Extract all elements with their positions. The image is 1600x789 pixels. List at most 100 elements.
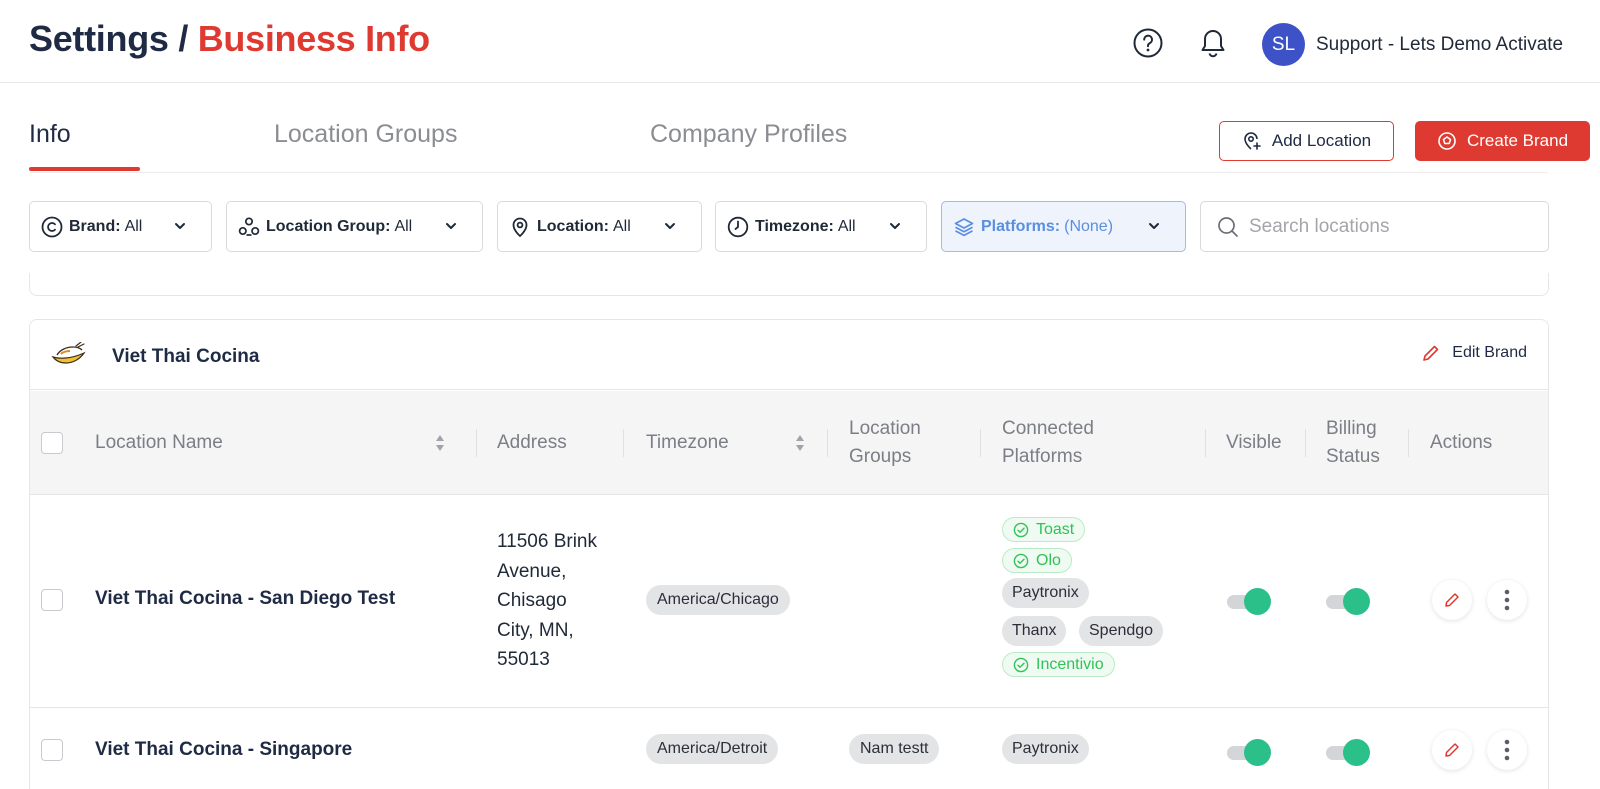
- col-location-groups: Location Groups: [849, 415, 921, 471]
- visible-toggle[interactable]: [1227, 588, 1271, 615]
- location-group-filter-value: All: [394, 217, 413, 235]
- tab-location-groups[interactable]: Location Groups: [274, 120, 457, 149]
- location-filter-value: All: [613, 217, 631, 235]
- location-address: 11506 Brink Avenue, Chisago City, MN, 55…: [497, 531, 597, 670]
- more-vertical-icon: [1504, 739, 1510, 761]
- clock-icon: [727, 216, 749, 237]
- edit-location-button[interactable]: [1432, 730, 1472, 770]
- layers-icon: [954, 217, 974, 236]
- add-location-button[interactable]: Add Location: [1219, 121, 1394, 161]
- platform-chip-connected: Incentivio: [1002, 652, 1115, 677]
- add-location-label: Add Location: [1271, 131, 1372, 150]
- breadcrumb-current: Business Info: [197, 18, 430, 59]
- brand-filter-label: Brand:: [69, 217, 121, 235]
- sort-icon[interactable]: [794, 434, 806, 452]
- location-filter-label: Location:: [537, 217, 609, 235]
- select-all-checkbox[interactable]: [41, 432, 63, 454]
- platforms-filter[interactable]: Platforms: (None): [941, 201, 1186, 252]
- chevron-down-icon: [665, 223, 675, 229]
- brand-name: Viet Thai Cocina: [112, 346, 260, 367]
- platform-chip: Thanx: [1002, 616, 1067, 646]
- brand-badge-icon: [1438, 132, 1456, 150]
- platform-chip: Paytronix: [1002, 734, 1089, 764]
- create-brand-label: Create Brand: [1466, 131, 1569, 150]
- col-billing-status: Billing Status: [1326, 415, 1380, 471]
- location-name[interactable]: Viet Thai Cocina - Singapore: [95, 739, 352, 761]
- pencil-icon: [1423, 345, 1439, 361]
- platforms-filter-label: Platforms:: [981, 217, 1061, 235]
- search-box[interactable]: [1200, 201, 1549, 252]
- chevron-down-icon: [175, 223, 185, 229]
- col-location-name[interactable]: Location Name: [95, 429, 223, 457]
- search-icon: [1218, 216, 1238, 237]
- platform-chip-connected: Toast: [1002, 517, 1086, 542]
- col-address: Address: [497, 432, 567, 453]
- billing-status-toggle[interactable]: [1326, 588, 1370, 615]
- breadcrumb: Settings / Business Info: [29, 18, 430, 60]
- col-divider: [1408, 429, 1409, 457]
- col-divider: [476, 429, 477, 457]
- timezone-filter-label: Timezone:: [755, 217, 834, 235]
- user-avatar[interactable]: SL: [1262, 23, 1305, 66]
- active-tab-indicator: [29, 167, 140, 171]
- platform-name: Toast: [1036, 520, 1075, 538]
- breadcrumb-root[interactable]: Settings: [29, 18, 169, 59]
- edit-location-button[interactable]: [1432, 580, 1472, 620]
- col-divider: [1305, 429, 1306, 457]
- location-filter[interactable]: Location: All: [497, 201, 702, 252]
- search-input[interactable]: [1249, 215, 1539, 238]
- col-connected-platforms-line1: Connected: [1002, 418, 1094, 439]
- more-actions-button[interactable]: [1487, 580, 1527, 620]
- toggle-knob: [1343, 739, 1370, 766]
- check-circle-icon: [1013, 522, 1029, 537]
- col-location-groups-line2: Groups: [849, 446, 912, 467]
- row-checkbox[interactable]: [41, 589, 63, 611]
- platform-chip: Spendgo: [1079, 616, 1164, 646]
- platform-name: Olo: [1036, 551, 1061, 569]
- toggle-knob: [1244, 588, 1271, 615]
- brand-card: Viet Thai Cocina Edit Brand Location Nam…: [29, 319, 1549, 789]
- toggle-knob: [1343, 588, 1370, 615]
- location-group-chip: Nam testt: [849, 734, 940, 764]
- table-header: Location Name Address Timezone Location …: [30, 391, 1548, 495]
- col-divider: [980, 429, 981, 457]
- user-name[interactable]: Support - Lets Demo Activate: [1316, 34, 1563, 56]
- tabs-divider: [29, 172, 1548, 173]
- timezone-filter[interactable]: Timezone: All: [715, 201, 927, 252]
- chevron-down-icon: [1149, 223, 1159, 229]
- collapsed-brand-card: [29, 273, 1549, 296]
- copyright-brand-icon: [41, 216, 63, 237]
- platform-name: Incentivio: [1036, 655, 1104, 673]
- platforms-filter-value: (None): [1064, 217, 1114, 235]
- timezone-filter-value: All: [837, 217, 856, 235]
- col-actions: Actions: [1430, 432, 1493, 453]
- col-divider: [1205, 429, 1206, 457]
- location-group-filter[interactable]: Location Group: All: [226, 201, 483, 252]
- check-circle-icon: [1013, 657, 1029, 672]
- chevron-down-icon: [446, 223, 456, 229]
- bell-icon[interactable]: [1196, 26, 1230, 60]
- create-brand-button[interactable]: Create Brand: [1415, 121, 1590, 161]
- sort-icon[interactable]: [434, 434, 446, 452]
- tab-info[interactable]: Info: [29, 120, 71, 149]
- billing-status-toggle[interactable]: [1326, 739, 1370, 766]
- pencil-icon: [1445, 743, 1459, 757]
- toggle-knob: [1244, 739, 1271, 766]
- brand-filter[interactable]: Brand: All: [29, 201, 212, 252]
- tab-company-profiles[interactable]: Company Profiles: [650, 120, 847, 149]
- platform-chip: Paytronix: [1002, 578, 1089, 608]
- help-icon[interactable]: [1131, 26, 1165, 60]
- table-row: Viet Thai Cocina - Singapore America/Det…: [30, 709, 1548, 789]
- col-visible: Visible: [1226, 432, 1282, 453]
- location-group-icon: [238, 216, 260, 236]
- visible-toggle[interactable]: [1227, 739, 1271, 766]
- table-row: Viet Thai Cocina - San Diego Test 11506 …: [30, 496, 1548, 708]
- edit-brand-button[interactable]: Edit Brand: [1422, 344, 1527, 362]
- col-billing-status-line2: Status: [1326, 446, 1380, 467]
- more-actions-button[interactable]: [1487, 730, 1527, 770]
- col-connected-platforms: Connected Platforms: [1002, 415, 1094, 471]
- col-timezone[interactable]: Timezone: [646, 429, 729, 457]
- chevron-down-icon: [890, 223, 900, 229]
- row-checkbox[interactable]: [41, 739, 63, 761]
- location-name[interactable]: Viet Thai Cocina - San Diego Test: [95, 588, 395, 610]
